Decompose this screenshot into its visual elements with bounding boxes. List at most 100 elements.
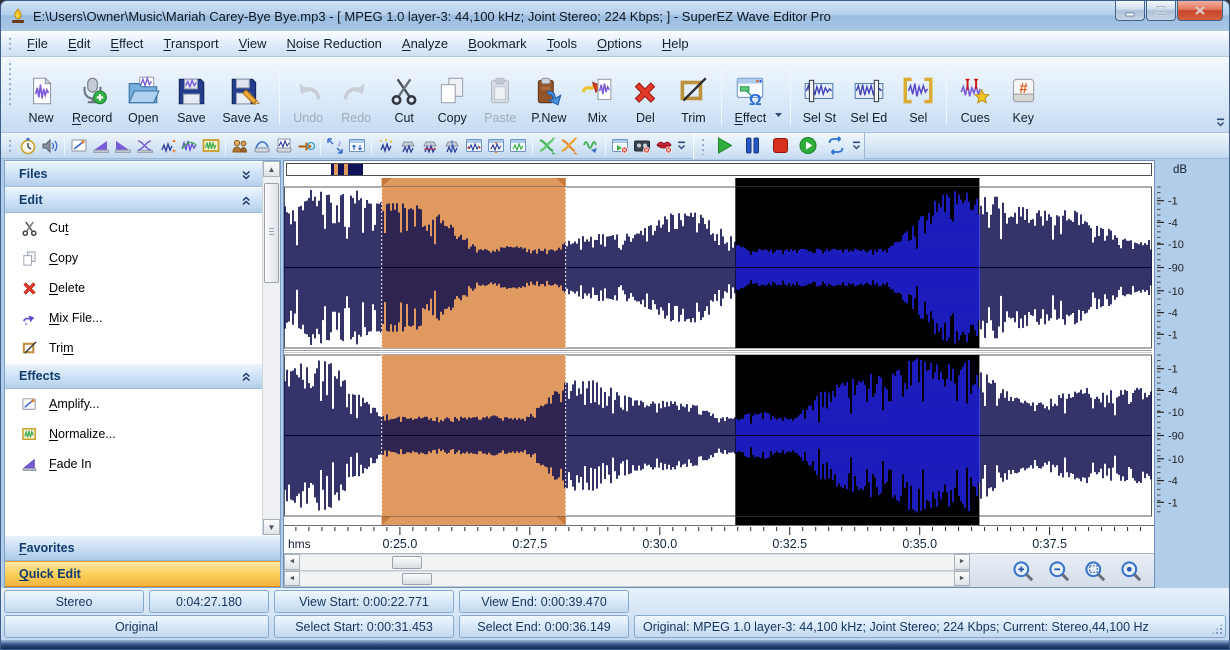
menu-view[interactable]: View — [229, 32, 277, 55]
scroll-left-button[interactable]: ◄ — [284, 554, 300, 570]
bounce-channels-icon[interactable] — [558, 135, 580, 157]
panel-header-edit[interactable]: Edit — [5, 187, 262, 213]
toolbar-grip[interactable] — [7, 60, 13, 108]
maximize-button[interactable] — [1146, 1, 1176, 21]
tape-off-icon[interactable] — [631, 135, 653, 157]
minimize-button[interactable] — [1115, 1, 1145, 21]
toolbar-grip[interactable] — [700, 136, 706, 154]
resize-grip[interactable] — [1211, 623, 1223, 635]
close-button[interactable] — [1177, 1, 1223, 21]
waveform-display[interactable] — [284, 178, 1152, 525]
menu-effect[interactable]: Effect — [100, 32, 153, 55]
toolbar-overflow-button[interactable] — [850, 135, 862, 157]
loop-button[interactable] — [822, 135, 850, 157]
scrollbar-track[interactable] — [263, 177, 280, 519]
noise-reduction-b-icon[interactable] — [419, 135, 441, 157]
new-button[interactable]: New — [17, 60, 65, 129]
play-all-button[interactable] — [794, 135, 822, 157]
toolbar-overflow-button[interactable] — [1215, 117, 1226, 128]
copy-button[interactable]: Copy — [428, 60, 476, 129]
amplify-icon[interactable] — [68, 135, 90, 157]
pause-button[interactable] — [738, 135, 766, 157]
sel-ed-button[interactable]: Sel Ed — [843, 60, 894, 129]
sel-st-button[interactable]: Sel St — [795, 60, 843, 129]
zoom-out-button[interactable] — [1046, 559, 1072, 583]
swap-channels-icon[interactable] — [536, 135, 558, 157]
menubar-grip[interactable] — [7, 35, 13, 53]
time-ruler[interactable]: hms0:25.00:27.50:30.00:32.50:35.00:37.5 — [284, 525, 1154, 553]
h-scrollbar-bottom[interactable]: ◄► — [284, 571, 970, 588]
preview-window-icon[interactable] — [609, 135, 631, 157]
noise-reduction-c-icon[interactable] — [441, 135, 463, 157]
spectral-edit-b-icon[interactable] — [485, 135, 507, 157]
normalize-icon[interactable] — [200, 135, 222, 157]
del-button[interactable]: Del — [621, 60, 669, 129]
menu-noise-reduction[interactable]: Noise Reduction — [277, 32, 392, 55]
scrollbar-thumb[interactable] — [392, 556, 422, 569]
open-button[interactable]: Open — [119, 60, 167, 129]
play-button[interactable] — [710, 135, 738, 157]
window-wave-icon[interactable] — [273, 135, 295, 157]
vibrato-icon[interactable] — [580, 135, 602, 157]
file-overview-bar[interactable] — [286, 163, 1152, 176]
noise-reduction-a-icon[interactable] — [397, 135, 419, 157]
scroll-up-button[interactable]: ▲ — [263, 161, 280, 177]
noise-sample-icon[interactable] — [375, 135, 397, 157]
stop-button[interactable] — [766, 135, 794, 157]
zoom-selection-button[interactable] — [1082, 559, 1108, 583]
mix-button[interactable]: Mix — [573, 60, 621, 129]
scroll-down-button[interactable]: ▼ — [263, 519, 280, 535]
spectral-edit-c-icon[interactable] — [507, 135, 529, 157]
toolbar-overflow-button[interactable] — [675, 135, 687, 157]
tab-quick-edit[interactable]: Quick Edit — [5, 561, 280, 587]
trim-button[interactable]: Trim — [669, 60, 717, 129]
scroll-right-button[interactable]: ► — [954, 554, 970, 570]
key-button[interactable]: #Key — [999, 60, 1047, 129]
scroll-right-button[interactable]: ► — [954, 571, 970, 587]
panel-header-effects[interactable]: Effects — [5, 363, 262, 389]
normalize-vertical-icon[interactable] — [156, 135, 178, 157]
delete-item[interactable]: Delete — [5, 273, 262, 303]
amplify-item[interactable]: Amplify... — [5, 389, 262, 419]
time-stretch-icon[interactable]: ♪ — [324, 135, 346, 157]
cues-button[interactable]: Cues — [951, 60, 999, 129]
collapse-chevron-icon[interactable] — [241, 371, 252, 382]
speaker-volume-icon[interactable] — [39, 135, 61, 157]
compressor-icon[interactable] — [251, 135, 273, 157]
trim-item[interactable]: Trim — [5, 333, 262, 363]
app-icon[interactable] — [9, 7, 27, 25]
effect-button[interactable]: ΩEffect — [726, 60, 774, 129]
p-new-button[interactable]: P.New — [524, 60, 573, 129]
expand-chevron-icon[interactable] — [241, 169, 252, 180]
save-as-button[interactable]: Save As — [215, 60, 275, 129]
sel-button[interactable]: Sel — [894, 60, 942, 129]
menu-help[interactable]: Help — [652, 32, 699, 55]
fade-out-icon[interactable] — [112, 135, 134, 157]
collapse-chevron-icon[interactable] — [241, 195, 252, 206]
scrollbar-thumb[interactable] — [402, 573, 432, 586]
stopwatch-icon[interactable] — [17, 135, 39, 157]
menu-transport[interactable]: Transport — [153, 32, 228, 55]
fade-in-item[interactable]: Fade In — [5, 449, 262, 479]
mix-file-item[interactable]: Mix File... — [5, 303, 262, 333]
h-scrollbar-top[interactable]: ◄► — [284, 554, 970, 571]
volume-adjust-icon[interactable] — [346, 135, 368, 157]
cut-button[interactable]: Cut — [380, 60, 428, 129]
tab-favorites[interactable]: Favorites — [5, 535, 280, 561]
menu-tools[interactable]: Tools — [537, 32, 587, 55]
record-button[interactable]: Record — [65, 60, 119, 129]
save-button[interactable]: Save — [167, 60, 215, 129]
scrollbar-thumb[interactable] — [264, 183, 279, 283]
fade-in-icon[interactable] — [90, 135, 112, 157]
menu-bookmark[interactable]: Bookmark — [458, 32, 537, 55]
menu-file[interactable]: File — [17, 32, 58, 55]
envelope-icon[interactable] — [178, 135, 200, 157]
zoom-in-button[interactable] — [1010, 559, 1036, 583]
sidebar-scrollbar[interactable]: ▲ ▼ — [262, 161, 280, 535]
normalize-item[interactable]: Normalize... — [5, 419, 262, 449]
copy-item[interactable]: Copy — [5, 243, 262, 273]
crossfade-icon[interactable] — [134, 135, 156, 157]
menu-analyze[interactable]: Analyze — [392, 32, 458, 55]
mix-voices-icon[interactable] — [229, 135, 251, 157]
cut-item[interactable]: Cut — [5, 213, 262, 243]
